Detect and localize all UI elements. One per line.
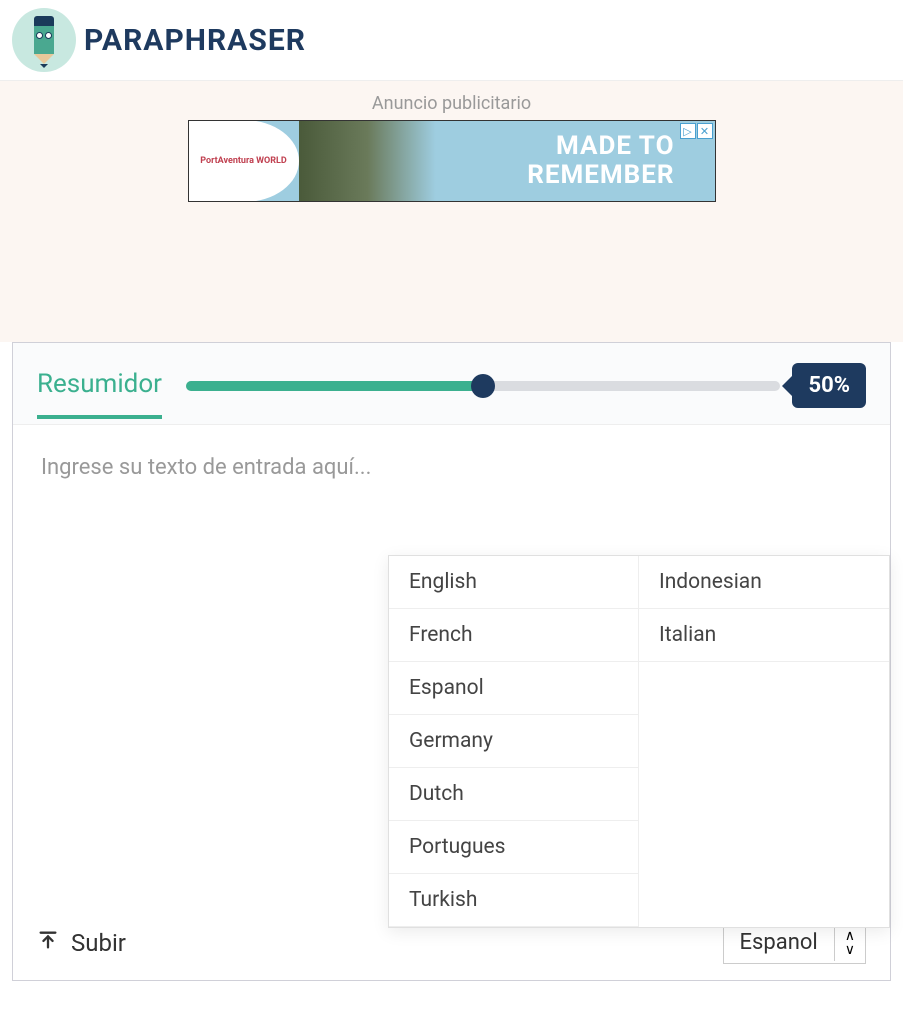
brand-name: PARAPHRASER (84, 23, 306, 58)
tab-resumidor[interactable]: Resumidor (37, 369, 162, 419)
upload-label: Subir (71, 929, 126, 957)
slider-thumb[interactable] (471, 374, 495, 398)
upload-icon (37, 929, 59, 957)
language-dropdown: EnglishFrenchEspanolGermanyDutchPortugue… (388, 555, 890, 928)
language-option[interactable]: English (389, 556, 639, 609)
app-header: PARAPHRASER (0, 0, 903, 81)
language-option[interactable]: French (389, 609, 639, 662)
language-option[interactable]: Dutch (389, 768, 639, 821)
panel-header: Resumidor 50% (13, 343, 890, 425)
sort-arrows-icon[interactable]: ∧∨ (834, 925, 865, 961)
pencil-mascot-icon (12, 8, 76, 72)
language-option[interactable]: Portugues (389, 821, 639, 874)
ad-logo: PortAventura WORLD (189, 120, 299, 202)
summary-slider[interactable]: 50% (186, 363, 866, 424)
text-input-area[interactable]: Ingrese su texto de entrada aquí... Engl… (13, 425, 890, 905)
main-panel: Resumidor 50% Ingrese su texto de entrad… (12, 342, 891, 981)
ad-banner[interactable]: PortAventura WORLD MADE TO REMEMBER ▷ ✕ (188, 120, 716, 202)
language-option[interactable]: Italian (639, 609, 889, 662)
language-option[interactable]: Turkish (389, 874, 639, 927)
logo[interactable]: PARAPHRASER (12, 8, 306, 72)
language-selected: Espanol (724, 922, 834, 963)
language-option[interactable]: Germany (389, 715, 639, 768)
adchoices-icon[interactable]: ▷ (680, 123, 696, 139)
ad-section: Anuncio publicitario PortAventura WORLD … (0, 81, 903, 342)
input-placeholder: Ingrese su texto de entrada aquí... (41, 455, 862, 480)
language-option[interactable]: Indonesian (639, 556, 889, 609)
percent-badge: 50% (792, 363, 866, 408)
language-option[interactable]: Espanol (389, 662, 639, 715)
ad-close-button[interactable]: ✕ (697, 123, 713, 139)
ad-tagline: MADE TO REMEMBER (527, 132, 714, 189)
upload-button[interactable]: Subir (37, 929, 126, 957)
ad-label: Anuncio publicitario (0, 93, 903, 114)
